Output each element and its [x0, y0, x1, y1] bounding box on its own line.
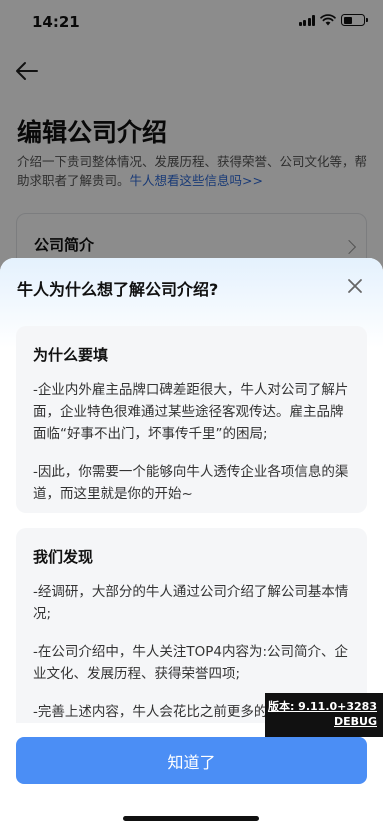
confirm-button[interactable]: 知道了	[16, 737, 367, 784]
info-card-paragraph: -企业内外雇主品牌口碑差距很大，牛人对公司了解片面，企业特色很难通过某些途径客观…	[33, 382, 349, 442]
bottom-sheet: 牛人为什么想了解公司介绍? 为什么要填 -企业内外雇主品牌口碑差距很大，牛人对公…	[0, 258, 383, 829]
info-card-why: 为什么要填 -企业内外雇主品牌口碑差距很大，牛人对公司了解片面，企业特色很难通过…	[16, 326, 367, 513]
info-card-paragraph: -在公司介绍中，牛人关注TOP4内容为:公司简介、企业文化、发展历程、获得荣誉四…	[33, 644, 349, 682]
debug-mode-text: DEBUG	[334, 715, 377, 728]
info-card-heading: 为什么要填	[33, 346, 109, 364]
sheet-scroll-area[interactable]: 为什么要填 -企业内外雇主品牌口碑差距很大，牛人对公司了解片面，企业特色很难通过…	[0, 326, 383, 723]
debug-version-badge: 版本: 9.11.0+3283 DEBUG	[265, 693, 383, 737]
sheet-title: 牛人为什么想了解公司介绍?	[17, 280, 219, 299]
info-card-paragraph: -因此，你需要一个能够向牛人透传企业各项信息的渠道，而这里就是你的开始~	[33, 464, 349, 502]
info-card-paragraph: -经调研，大部分的牛人通过公司介绍了解公司基本情况;	[33, 584, 349, 622]
home-indicator	[123, 816, 259, 821]
debug-version-text: 版本: 9.11.0+3283	[267, 700, 377, 713]
info-card-heading: 我们发现	[33, 548, 94, 566]
close-icon[interactable]	[345, 276, 365, 296]
